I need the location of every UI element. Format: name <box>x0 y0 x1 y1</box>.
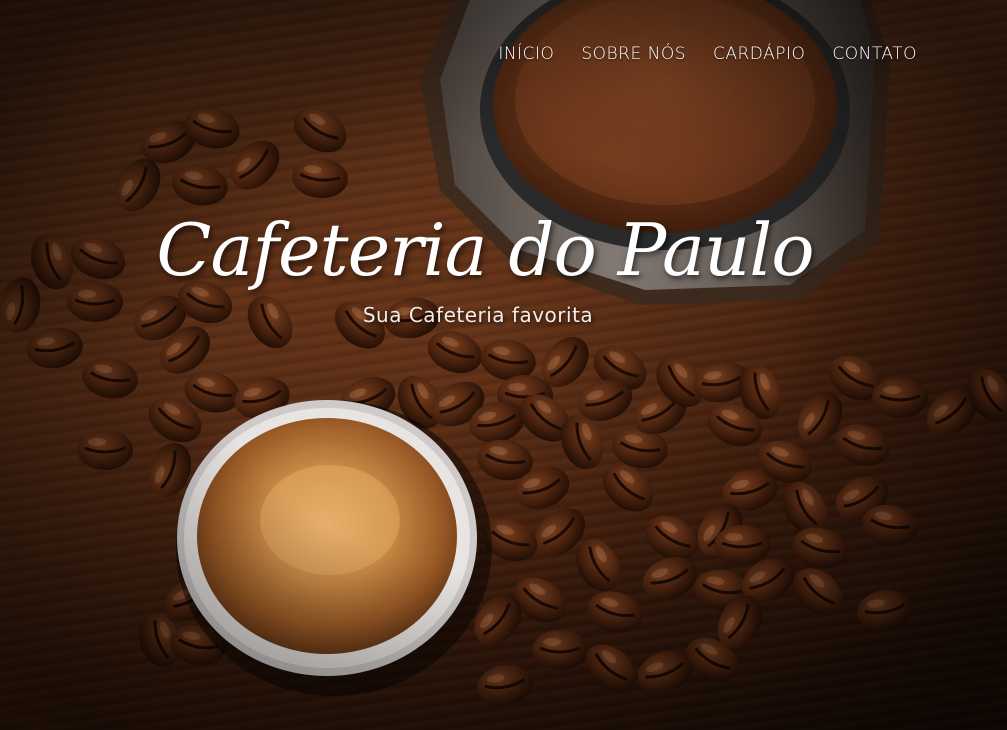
hero-subtitle: Sua Cafeteria favorita <box>362 303 594 327</box>
nav-item-sobre-nos[interactable]: SOBRE NÓS <box>581 44 686 64</box>
hero-section <box>0 0 1007 730</box>
coffee-background-image <box>0 0 1007 712</box>
main-nav: INÍCIO SOBRE NÓS CARDÁPIO CONTATO <box>498 44 917 64</box>
hero-title: Cafeteria do Paulo <box>156 208 814 292</box>
espresso-cup <box>176 400 492 696</box>
nav-item-inicio[interactable]: INÍCIO <box>498 44 554 64</box>
nav-item-contato[interactable]: CONTATO <box>832 44 917 64</box>
nav-item-cardapio[interactable]: CARDÁPIO <box>713 44 805 64</box>
